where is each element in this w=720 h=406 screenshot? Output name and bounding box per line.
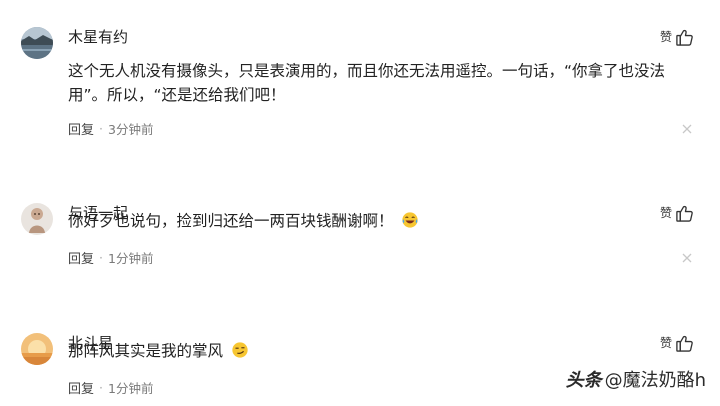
watermark-brand: 头条	[565, 370, 602, 391]
like-label: 赞	[659, 30, 672, 44]
close-icon[interactable]	[680, 251, 694, 265]
reply-button[interactable]: 回复	[68, 119, 94, 138]
timestamp: 1分钟前	[108, 251, 154, 266]
separator-dot: ·	[99, 380, 103, 395]
separator-dot: ·	[99, 121, 103, 136]
close-icon[interactable]	[680, 122, 694, 136]
comment-meta: 回复 · 1分钟前	[68, 378, 153, 397]
reply-button[interactable]: 回复	[68, 378, 94, 397]
username[interactable]: 木星有约	[68, 27, 128, 47]
reply-button[interactable]: 回复	[68, 248, 94, 267]
comment-text: 你好歹也说句，捡到归还给一两百块钱酬谢啊！	[68, 212, 394, 230]
separator-dot: ·	[99, 250, 103, 265]
avatar[interactable]	[21, 203, 53, 235]
watermark-author: @魔法奶酪h	[604, 370, 706, 391]
timestamp: 1分钟前	[108, 381, 154, 396]
watermark: 头条 @魔法奶酪h	[566, 366, 706, 392]
comment-content: 你好歹也说句，捡到归还给一两百块钱酬谢啊！	[68, 209, 698, 233]
timestamp: 3分钟前	[108, 122, 154, 137]
comment-text: 那阵风其实是我的掌风	[68, 342, 224, 360]
smirk-emoji-icon	[232, 342, 248, 358]
comment-meta: 回复 · 3分钟前	[68, 119, 153, 138]
laughing-tears-emoji-icon	[402, 212, 419, 228]
comment-text: 这个无人机没有摄像头，只是表演用的，而且你还无法用遥控。一句话，“你拿了也没法用…	[68, 62, 666, 104]
comment-meta: 回复 · 1分钟前	[68, 248, 153, 267]
like-button[interactable]: 赞	[660, 27, 694, 47]
avatar[interactable]	[21, 27, 53, 59]
comment-content: 那阵风其实是我的掌风	[68, 339, 698, 363]
thumbs-up-icon	[676, 29, 693, 46]
avatar[interactable]	[21, 333, 53, 365]
